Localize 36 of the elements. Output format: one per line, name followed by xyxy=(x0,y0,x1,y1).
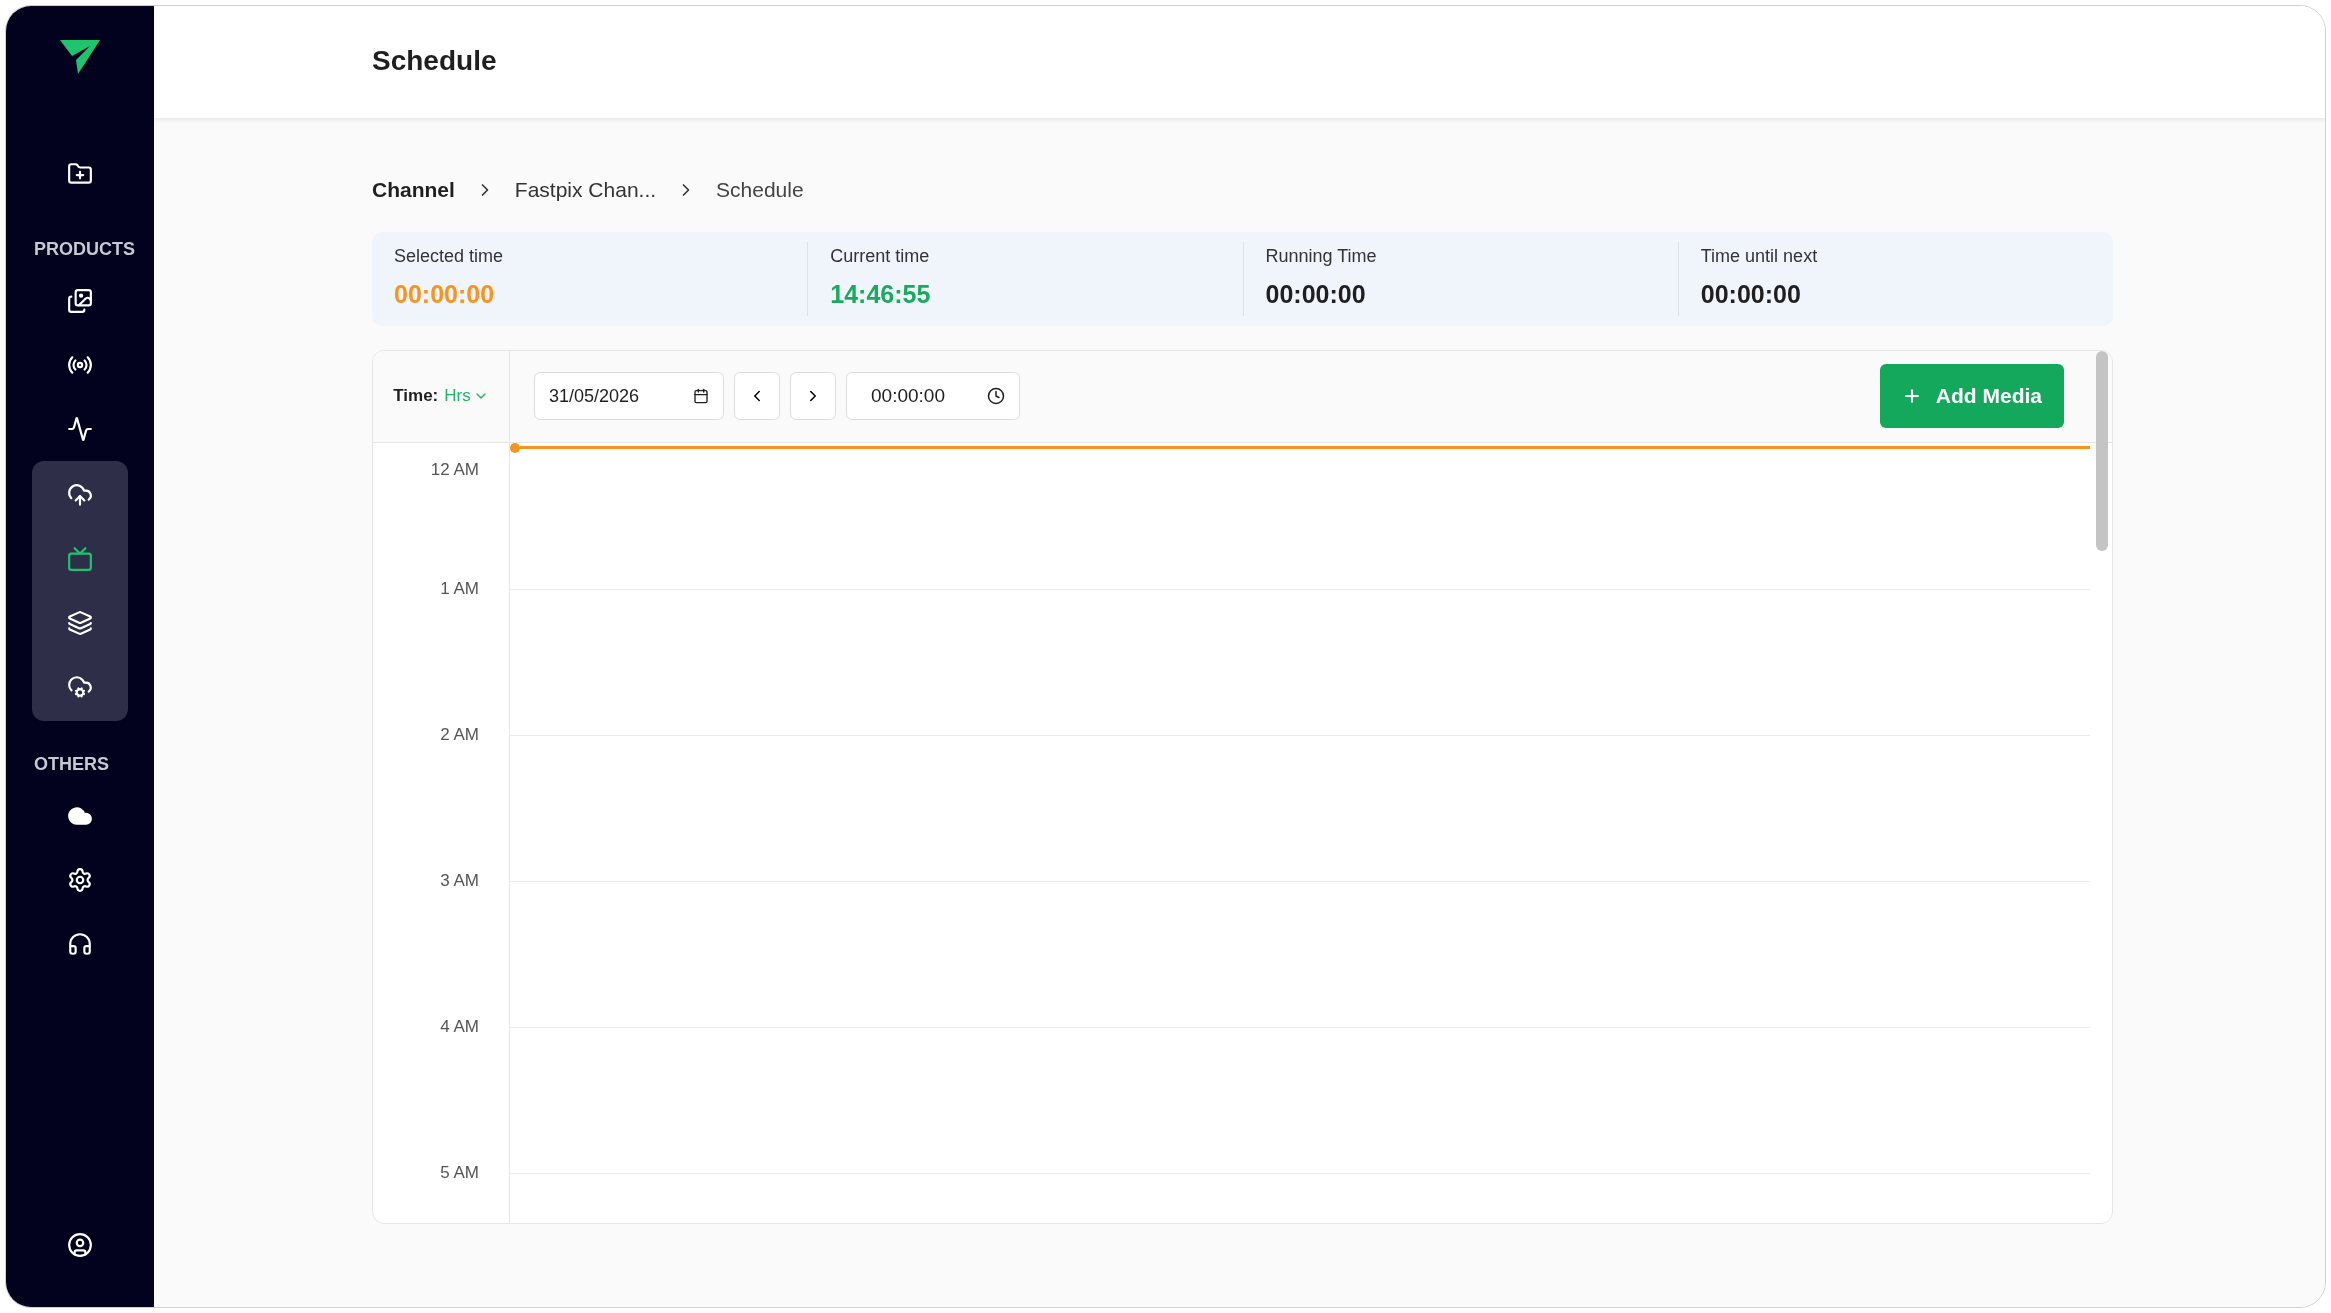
hour-label: 5 AM xyxy=(440,1161,479,1184)
headphones-icon[interactable] xyxy=(67,931,93,957)
folder-plus-icon[interactable] xyxy=(67,161,93,187)
layers-icon[interactable] xyxy=(67,610,93,636)
user-icon[interactable] xyxy=(67,1232,93,1258)
stat-value: 00:00:00 xyxy=(1700,279,1802,311)
stat-label: Current time xyxy=(830,245,931,269)
time-field[interactable]: 00:00:00 xyxy=(846,372,1020,420)
hour-label: 2 AM xyxy=(440,723,479,746)
breadcrumb-link[interactable]: Channel xyxy=(372,174,455,206)
time-label: Time: xyxy=(393,385,439,408)
stat-value: 00:00:00 xyxy=(394,279,496,311)
settings-icon[interactable] xyxy=(67,867,93,893)
stat-label: Selected time xyxy=(394,245,505,269)
hour-label: 12 AM xyxy=(430,458,479,481)
logo-icon[interactable] xyxy=(58,38,102,76)
scrollbar[interactable] xyxy=(2096,350,2108,551)
clock-icon[interactable] xyxy=(987,387,1005,405)
cloud-gear-icon[interactable] xyxy=(67,674,93,700)
stat-value: 14:46:55 xyxy=(830,279,932,311)
stat-label: Time until next xyxy=(1700,245,1819,269)
section-label: OTHERS xyxy=(33,753,109,776)
tv-icon[interactable] xyxy=(67,546,93,572)
hour-label: 4 AM xyxy=(440,1015,479,1038)
stat-label: Running Time xyxy=(1265,245,1378,269)
images-icon[interactable] xyxy=(67,288,93,314)
date-field[interactable]: 31/05/2026 xyxy=(534,372,724,420)
breadcrumb-link[interactable]: Fastpix Chan... xyxy=(514,174,657,206)
stat-value: 00:00:00 xyxy=(1265,279,1367,311)
section-label: PRODUCTS xyxy=(33,238,135,261)
page-title: Schedule xyxy=(372,44,497,78)
hour-label: 1 AM xyxy=(440,577,479,600)
calendar-icon[interactable] xyxy=(693,388,709,404)
hour-label: 3 AM xyxy=(440,869,479,892)
cloud-upload-icon[interactable] xyxy=(67,482,93,508)
line-chart-icon[interactable] xyxy=(67,416,93,442)
